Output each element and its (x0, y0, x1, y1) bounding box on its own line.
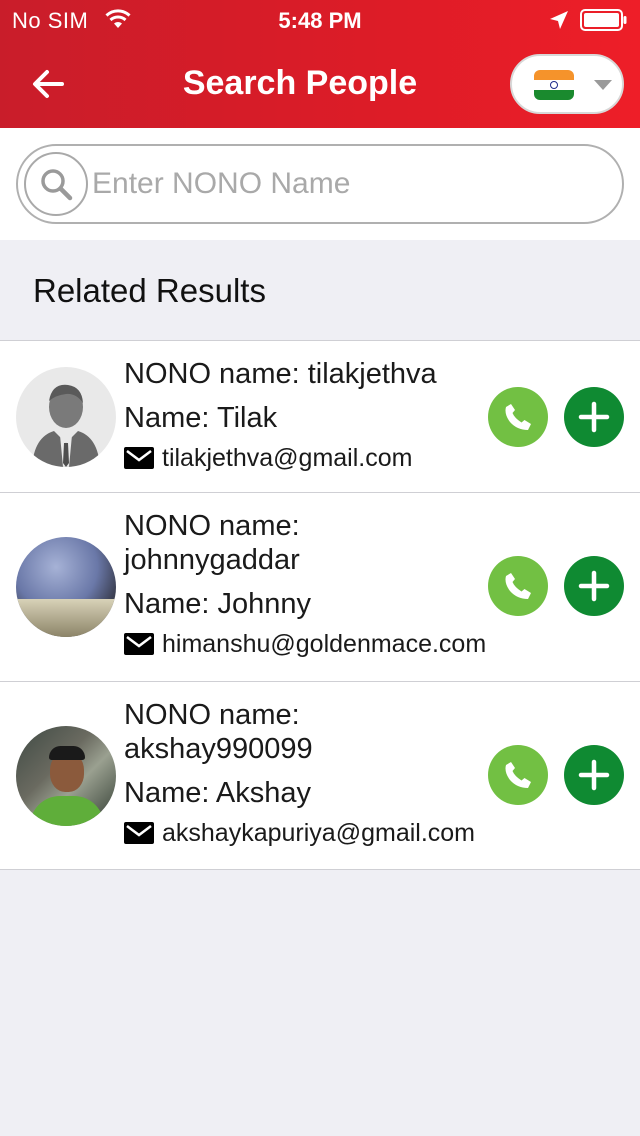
section-header: Related Results (0, 240, 640, 340)
email-row: akshaykapuriya@gmail.com (124, 818, 475, 848)
list-item[interactable]: NONO name: tilakjethva Name: Tilak tilak… (0, 340, 640, 492)
call-button[interactable] (488, 387, 548, 447)
email-address: tilakjethva@gmail.com (162, 444, 413, 472)
sky-photo (16, 537, 116, 637)
status-time: 5:48 PM (278, 8, 362, 33)
nono-name-value: johnnygaddar (124, 544, 300, 576)
search-icon[interactable] (24, 152, 88, 216)
plus-icon (578, 759, 610, 791)
app-header: No SIM 5:48 PM Search People (0, 0, 640, 128)
result-details: NONO name: akshay990099 Name: Akshay aks… (124, 698, 475, 848)
call-button[interactable] (488, 745, 548, 805)
nono-name-value: akshay990099 (124, 733, 313, 765)
call-button[interactable] (488, 556, 548, 616)
phone-icon (505, 762, 531, 788)
chevron-down-icon (594, 80, 612, 90)
results-list: NONO name: tilakjethva Name: Tilak tilak… (0, 340, 640, 870)
person-photo (16, 726, 116, 826)
email-address: himanshu@goldenmace.com (162, 630, 487, 658)
result-details: NONO name: johnnygaddar Name: Johnny him… (124, 509, 486, 659)
nono-name: NONO name: tilakjethva (124, 358, 437, 390)
email-row: himanshu@goldenmace.com (124, 629, 486, 659)
add-contact-button[interactable] (564, 745, 624, 805)
phone-icon (505, 573, 531, 599)
search-box[interactable] (16, 144, 624, 224)
person-name: Name: Tilak (124, 402, 278, 434)
section-title: Related Results (33, 272, 266, 309)
person-name: Name: Akshay (124, 777, 311, 809)
list-item[interactable]: NONO name: johnnygaddar Name: Johnny him… (0, 492, 640, 681)
search-area (0, 128, 640, 240)
email-row: tilakjethva@gmail.com (124, 443, 437, 473)
phone-icon (505, 404, 531, 430)
india-flag-icon (534, 70, 574, 100)
email-address: akshaykapuriya@gmail.com (162, 819, 476, 847)
country-picker[interactable] (510, 54, 624, 114)
mail-icon (124, 822, 154, 844)
add-contact-button[interactable] (564, 387, 624, 447)
plus-icon (578, 570, 610, 602)
mail-icon (124, 447, 154, 469)
location-arrow-icon (550, 11, 568, 29)
list-item[interactable]: NONO name: akshay990099 Name: Akshay aks… (0, 681, 640, 870)
default-user-icon (16, 367, 116, 467)
search-input[interactable] (92, 156, 602, 212)
add-contact-button[interactable] (564, 556, 624, 616)
battery-icon (580, 9, 627, 31)
result-details: NONO name: tilakjethva Name: Tilak tilak… (124, 357, 437, 473)
status-bar: No SIM 5:48 PM (0, 0, 640, 40)
person-name: Name: Johnny (124, 588, 311, 620)
mail-icon (124, 633, 154, 655)
plus-icon (578, 401, 610, 433)
nono-name: NONO name: (124, 510, 300, 542)
nono-name: NONO name: (124, 699, 300, 731)
